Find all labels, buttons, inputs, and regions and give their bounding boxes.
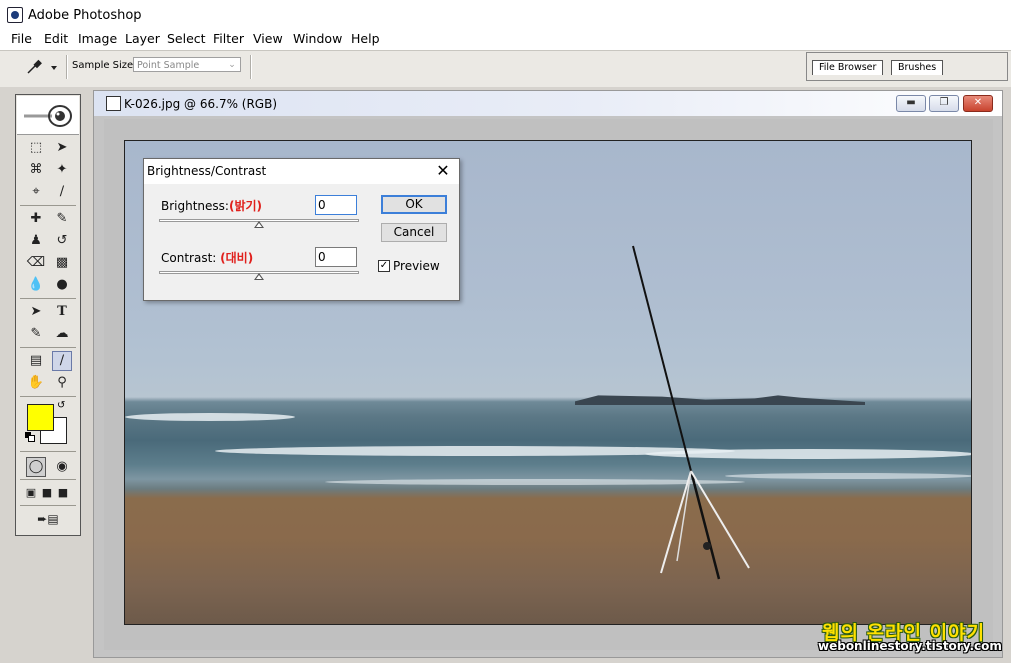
sample-size-select[interactable]: Point Sample ⌄ [133,57,241,72]
foreground-color-swatch[interactable] [27,404,54,431]
options-separator [66,55,68,79]
blur-tool-icon[interactable]: 💧 [26,275,46,295]
dodge-tool-icon[interactable]: ● [52,275,72,295]
toolbox-separator [20,298,76,299]
dialog-title: Brightness/Contrast [147,164,267,178]
brush-tool-icon[interactable]: ✎ [52,209,72,229]
healing-brush-icon[interactable]: ✚ [26,209,46,229]
minimize-button[interactable]: ▬ [896,95,926,112]
contrast-slider-thumb[interactable] [254,273,264,280]
custom-shape-icon[interactable]: ☁ [52,324,72,344]
brightness-input[interactable]: 0 [315,195,357,215]
default-colors-icon[interactable] [25,432,35,442]
menu-edit[interactable]: Edit [41,30,71,48]
chevron-down-icon: ⌄ [228,60,236,70]
close-button[interactable]: ✕ [963,95,993,112]
photoshop-app-icon [7,7,23,23]
contrast-label: Contrast: (대비) [161,249,253,266]
menu-window[interactable]: Window [290,30,345,48]
menu-view[interactable]: View [250,30,286,48]
sample-size-label: Sample Size: [72,60,137,71]
jump-to-imageready-icon[interactable]: ➨▤ [26,509,70,529]
brightness-label-text: Brightness: [161,199,229,213]
menu-filter[interactable]: Filter [210,30,247,48]
slice-tool-icon[interactable]: ∕ [52,182,72,202]
tab-brushes[interactable]: Brushes [891,60,944,75]
zoom-tool-icon[interactable]: ⚲ [52,373,72,393]
preview-label: Preview [393,259,440,273]
close-icon[interactable]: ✕ [435,163,451,179]
toolbox-separator [20,205,76,206]
brightness-label: Brightness:(밝기) [161,197,262,214]
path-selection-icon[interactable]: ➤ [26,302,46,322]
screen-mode-standard-icon[interactable]: ▣ [24,483,38,503]
lasso-tool-icon[interactable]: ⌘ [26,160,46,180]
menu-select[interactable]: Select [164,30,209,48]
move-tool-icon[interactable]: ➤ [52,138,72,158]
notes-tool-icon[interactable]: ▤ [26,351,46,371]
screen-mode-full-icon[interactable]: ■ [56,483,70,503]
crop-tool-icon[interactable]: ⌖ [26,182,46,202]
toolbox-separator [20,396,76,397]
hand-tool-icon[interactable]: ✋ [26,373,46,393]
menu-help[interactable]: Help [348,30,383,48]
gradient-tool-icon[interactable]: ▩ [52,253,72,273]
menu-file[interactable]: File [8,30,35,48]
cancel-button[interactable]: Cancel [381,223,447,242]
sample-size-value: Point Sample [137,60,200,71]
brightness-korean-note: (밝기) [228,199,263,213]
type-tool-icon[interactable]: T [52,302,72,322]
toolbox-separator [20,505,76,506]
document-icon [106,96,121,111]
app-titlebar [0,0,1011,31]
preview-checkbox[interactable]: ✓ [378,260,390,272]
menu-bar: File Edit Image Layer Select Filter View… [0,30,1011,50]
toolbox-separator [20,451,76,452]
contrast-label-text: Contrast: [161,251,217,265]
eyedropper-tool-icon[interactable]: ∕ [52,351,72,371]
restore-button[interactable]: ❐ [929,95,959,112]
options-separator [250,55,252,79]
watermark-url: webonlinestory.tistory.com [818,639,1002,653]
standard-mode-icon[interactable]: ◯ [26,457,46,477]
screen-mode-full-menu-icon[interactable]: ■ [40,483,54,503]
contrast-korean-note: (대비) [220,251,254,265]
swap-colors-icon[interactable]: ↺ [57,400,65,411]
adobe-eye-logo[interactable] [22,104,74,128]
marquee-tool-icon[interactable]: ⬚ [26,138,46,158]
tab-file-browser[interactable]: File Browser [812,60,884,75]
magic-wand-icon[interactable]: ✦ [52,160,72,180]
contrast-input[interactable]: 0 [315,247,357,267]
pen-tool-icon[interactable]: ✎ [26,324,46,344]
history-brush-icon[interactable]: ↺ [52,231,72,251]
ok-button[interactable]: OK [381,195,447,214]
document-title: K-026.jpg @ 66.7% (RGB) [124,97,278,111]
clone-stamp-icon[interactable]: ♟ [26,231,46,251]
menu-layer[interactable]: Layer [122,30,163,48]
quick-mask-icon[interactable]: ◉ [52,457,72,477]
brightness-slider-thumb[interactable] [254,221,264,228]
app-title: Adobe Photoshop [28,8,142,23]
tool-preset-picker[interactable] [22,56,62,78]
toolbox-separator [20,347,76,348]
eyedropper-preset-icon [27,59,57,74]
menu-image[interactable]: Image [75,30,120,48]
eraser-tool-icon[interactable]: ⌫ [26,253,46,273]
toolbox-separator [20,479,76,480]
